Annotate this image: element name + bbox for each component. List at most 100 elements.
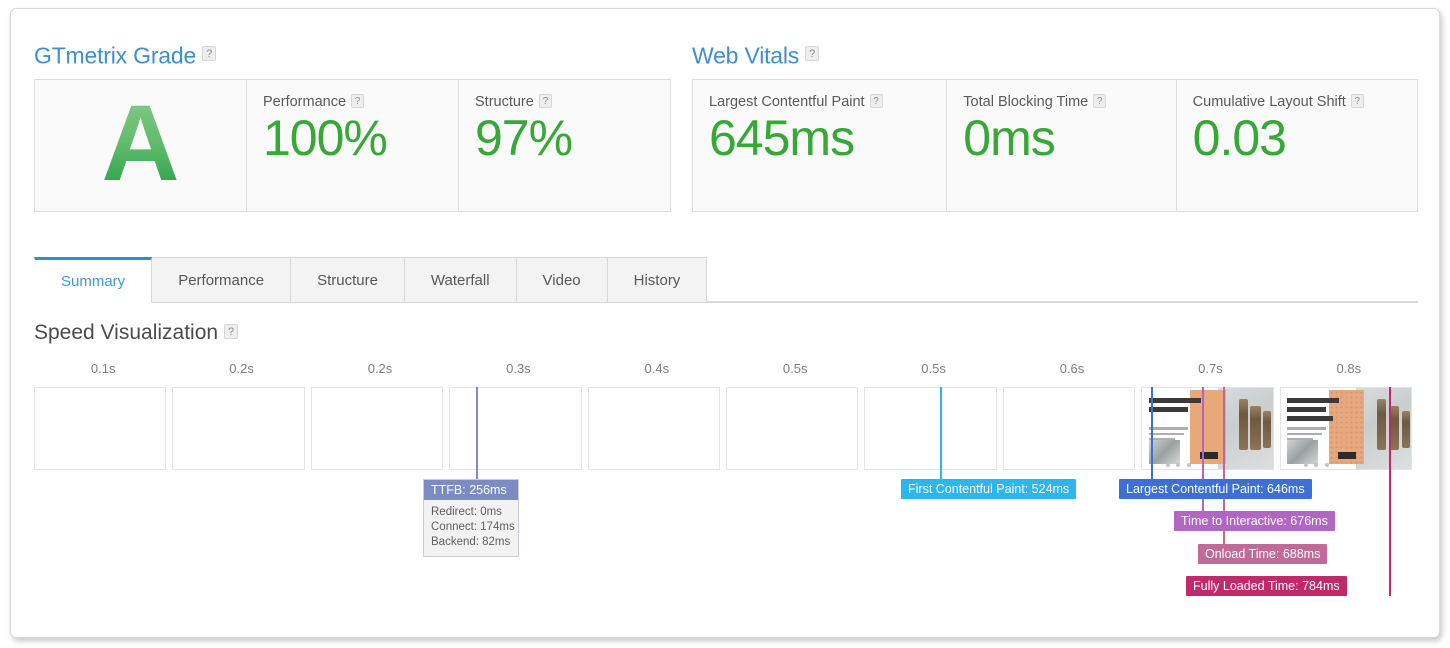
ttfb-row-redirect: Redirect: 0ms <box>431 506 502 518</box>
speed-visualization-heading: Speed Visualization? <box>34 321 239 345</box>
vital-label-lcp: Largest Contentful Paint? <box>709 94 930 110</box>
vital-cell-lcp: Largest Contentful Paint? 645ms <box>693 80 948 211</box>
marker-line-onload <box>1223 387 1226 564</box>
filmstrip-frame[interactable] <box>1002 387 1136 470</box>
help-icon-performance[interactable]: ? <box>351 94 365 109</box>
tab-performance[interactable]: Performance <box>152 257 292 302</box>
thumbnail-bottle <box>1250 405 1261 450</box>
gtmetrix-grade-heading: GTmetrix Grade? <box>34 41 217 69</box>
tabs-filler <box>707 257 1418 302</box>
thumbnail-heading-line <box>1287 406 1327 413</box>
metric-value-structure: 97% <box>475 110 573 166</box>
filmstrip-frame[interactable] <box>587 387 720 470</box>
vital-label-cls: Cumulative Layout Shift? <box>1193 94 1401 110</box>
timeline-axis-ticks: 0.1s 0.2s 0.2s 0.3s 0.4s 0.5s 0.5s 0.6s 0.7s 0.8s <box>34 361 1418 385</box>
marker-label-fcp: First Contentful Paint: 524ms <box>901 479 1077 499</box>
thumbnail-bottle <box>1263 410 1272 448</box>
tab-summary[interactable]: Summary <box>34 257 153 303</box>
vital-value-tbt: 0ms <box>963 110 1055 166</box>
axis-tick-label: 0.1s <box>90 361 116 376</box>
axis-tick-label: 0.2s <box>367 361 393 376</box>
thumbnail-bottle <box>1401 410 1410 448</box>
thumbnail-image <box>1287 439 1319 465</box>
thumbnail-heading-line <box>1148 406 1188 413</box>
vital-cell-tbt: Total Blocking Time? 0ms <box>947 80 1177 211</box>
marker-label-onload: Onload Time: 688ms <box>1198 544 1328 564</box>
marker-label-flt: Fully Loaded Time: 784ms <box>1186 576 1347 596</box>
thumbnail-heading-line <box>1287 397 1340 404</box>
web-vitals-panel: Largest Contentful Paint? 645ms Total Bl… <box>692 79 1418 212</box>
thumbnail-text-line <box>1148 432 1184 436</box>
metric-label-structure: Structure? <box>475 94 654 110</box>
axis-tick-label: 0.8s <box>1336 361 1362 376</box>
filmstrip-frame[interactable] <box>1141 387 1274 470</box>
ttfb-tooltip-title: TTFB: 256ms <box>424 480 518 500</box>
tab-history[interactable]: History <box>607 257 708 302</box>
help-icon-speed-visualization[interactable]: ? <box>224 323 239 339</box>
axis-tick-label: 0.4s <box>644 361 670 376</box>
thumbnail-heading-line <box>1287 415 1333 422</box>
filmstrip-frame[interactable] <box>310 387 444 470</box>
help-icon-gtmetrix-grade[interactable]: ? <box>202 46 217 62</box>
marker-label-lcp: Largest Contentful Paint: 646ms <box>1119 479 1312 499</box>
filmstrip-frame[interactable] <box>34 387 167 470</box>
metric-cell-performance: Performance? 100% <box>247 80 459 211</box>
speed-visualization-timeline: 0.1s 0.2s 0.2s 0.3s 0.4s 0.5s 0.5s 0.6s 0.7s 0.8s… <box>34 361 1418 601</box>
vital-cell-cls: Cumulative Layout Shift? 0.03 <box>1176 80 1417 211</box>
thumbnail-image <box>1148 439 1180 465</box>
filmstrip-frame[interactable] <box>864 387 997 470</box>
thumbnail-bottle <box>1377 399 1387 450</box>
axis-tick-label: 0.6s <box>1059 361 1085 376</box>
tab-waterfall[interactable]: Waterfall <box>404 257 517 302</box>
thumbnail-button <box>1337 452 1357 460</box>
marker-line-flt <box>1389 387 1392 596</box>
filmstrip-frame[interactable] <box>726 387 859 470</box>
tab-video[interactable]: Video <box>516 257 608 302</box>
filmstrip-frame[interactable] <box>172 387 305 470</box>
speed-visualization-title: Speed Visualization <box>34 321 219 344</box>
thumbnail-dot <box>1176 462 1181 467</box>
filmstrip-frame[interactable] <box>449 387 582 470</box>
axis-tick-label: 0.5s <box>921 361 946 376</box>
ttfb-row-backend: Backend: 82ms <box>431 536 511 548</box>
marker-label-tti: Time to Interactive: 676ms <box>1174 511 1335 531</box>
page-thumbnail <box>1142 388 1273 469</box>
filmstrip-frames <box>34 387 1418 470</box>
web-vitals-title: Web Vitals <box>692 42 800 69</box>
thumbnail-dot <box>1304 462 1309 467</box>
axis-tick-label: 0.5s <box>782 361 808 376</box>
axis-tick-label: 0.3s <box>506 361 531 376</box>
vital-label-tbt: Total Blocking Time? <box>963 94 1159 110</box>
marker-line-tti <box>1202 387 1205 531</box>
grade-cell: A <box>35 80 247 211</box>
axis-tick-label: 0.2s <box>229 361 254 376</box>
thumbnail-bottle <box>1238 399 1248 450</box>
help-icon-structure[interactable]: ? <box>538 94 552 109</box>
thumbnail-text-line <box>1148 426 1188 430</box>
thumbnail-heading-line <box>1148 397 1201 404</box>
page-thumbnail <box>1280 388 1411 469</box>
thumbnail-dot <box>1186 462 1191 467</box>
vital-value-lcp: 645ms <box>709 110 855 166</box>
metric-cell-structure: Structure? 97% <box>459 80 670 211</box>
help-icon-cls[interactable]: ? <box>1350 94 1364 109</box>
filmstrip-frame[interactable] <box>1279 387 1412 470</box>
grade-letter: A <box>101 81 180 203</box>
tab-structure[interactable]: Structure <box>291 257 405 302</box>
ttfb-row-connect: Connect: 174ms <box>431 521 515 533</box>
report-tabs: Summary Performance Structure Waterfall … <box>34 257 1418 303</box>
thumbnail-text-line <box>1287 426 1327 430</box>
thumbnail-text-line <box>1287 432 1323 436</box>
metric-value-performance: 100% <box>263 110 388 166</box>
thumbnail-dot <box>1165 462 1170 467</box>
metric-label-performance: Performance? <box>263 94 442 110</box>
gtmetrix-report-panel: GTmetrix Grade? A Performance? 100% Stru… <box>10 8 1440 638</box>
help-icon-tbt[interactable]: ? <box>1093 94 1107 109</box>
help-icon-web-vitals[interactable]: ? <box>805 46 820 62</box>
web-vitals-heading: Web Vitals? <box>692 41 820 69</box>
help-icon-lcp[interactable]: ? <box>869 94 883 109</box>
axis-tick-label: 0.7s <box>1198 361 1223 376</box>
thumbnail-dot <box>1324 462 1329 467</box>
vital-value-cls: 0.03 <box>1192 110 1287 166</box>
gtmetrix-grade-panel: A Performance? 100% Structure? 97% <box>34 79 671 212</box>
